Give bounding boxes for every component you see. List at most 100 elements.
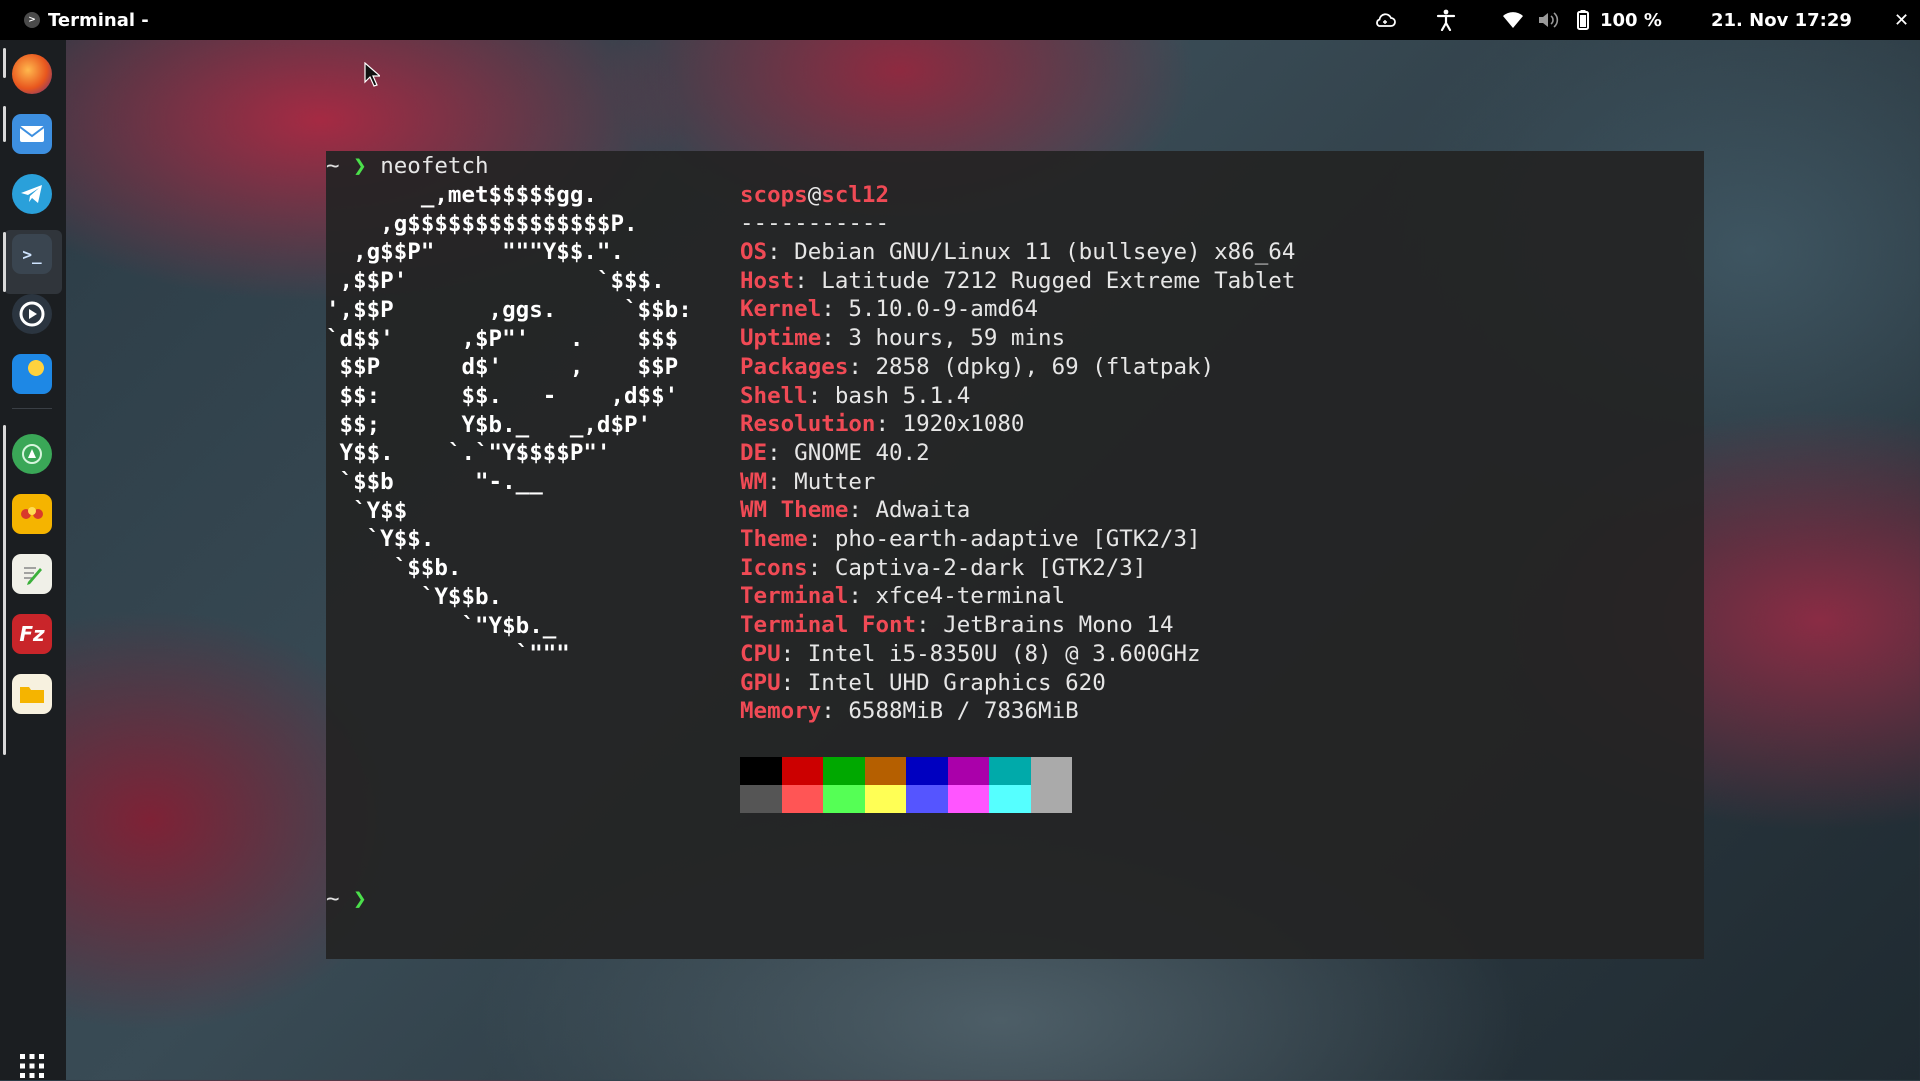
ascii-logo-line: Y$$. `.`"Y$$$$P"' [326,440,611,467]
notes-icon[interactable] [12,554,52,594]
ascii-logo-line: ',$$P ,ggs. `$$b: [326,296,692,323]
separator-line: ----------- [740,210,890,236]
info-key: CPU [740,640,781,667]
palette-swatch-bright [823,785,865,813]
palette-row-normal [740,757,1072,785]
telegram-icon[interactable] [12,174,52,214]
info-key: WM [740,468,768,495]
info-row: Terminal Font: JetBrains Mono 14 [740,611,1174,639]
battery-percentage[interactable]: 100 % [1600,0,1662,40]
info-value: : 5.10.0-9-amd64 [821,296,1039,323]
terminal-app-icon: > [24,12,40,28]
info-row: Icons: Captiva-2-dark [GTK2/3] [740,554,1146,582]
info-key: Icons [740,554,808,581]
palette-swatch [823,757,865,785]
info-value: : JetBrains Mono 14 [916,612,1174,639]
info-row: WM Theme: Adwaita [740,496,970,524]
palette-swatch-bright [740,785,782,813]
ascii-logo-line: `Y$$b. [326,583,503,610]
palette-swatch [740,757,782,785]
accessibility-icon[interactable] [1436,0,1456,40]
palette-swatch [864,757,906,785]
ascii-logo-line: $$P d$' , $$P [326,354,679,381]
palette-swatch [947,757,989,785]
palette-swatch [781,757,823,785]
info-row: WM: Mutter [740,468,875,496]
running-indicator [3,425,6,755]
ascii-logo-line: `"Y$b._ [326,612,557,639]
files-icon[interactable] [12,674,52,714]
info-value: : Mutter [767,468,876,495]
battery-icon[interactable] [1577,0,1589,40]
info-value: : 3 hours, 59 mins [821,325,1066,352]
palette-swatch [989,757,1031,785]
info-row: Packages: 2858 (dpkg), 69 (flatpak) [740,353,1214,381]
palette-swatch-bright [989,785,1031,813]
dock: >_ Fz [0,40,66,1080]
info-row: Host: Latitude 7212 Rugged Extreme Table… [740,267,1295,295]
info-value: : Adwaita [848,497,971,524]
mouse-pointer-icon [364,62,380,87]
info-key: WM Theme [740,497,849,524]
active-app-menu[interactable]: > Terminal - [24,0,149,40]
terminal-icon[interactable]: >_ [12,234,52,274]
info-value: : pho-earth-adaptive [GTK2/3] [807,526,1201,552]
current-prompt[interactable]: ~ ❯ [326,885,367,913]
media-icon[interactable] [12,294,52,334]
palette-swatch [906,757,948,785]
info-value: : Intel UHD Graphics 620 [780,669,1106,696]
info-value: : Intel i5-8350U (8) @ 3.600GHz [780,640,1201,667]
ascii-logo-line: `Y$$ [326,497,408,524]
ascii-logo-line: `$$b "-.__ [326,469,543,495]
firefox-icon[interactable] [12,54,52,94]
info-key: Uptime [740,325,822,352]
volume-icon[interactable] [1537,0,1559,40]
weather-icon[interactable] [12,354,52,394]
info-row: Theme: pho-earth-adaptive [GTK2/3] [740,525,1201,553]
wifi-icon[interactable] [1503,0,1523,40]
running-indicator [3,48,6,78]
terminal-window[interactable]: ~ ❯ neofetch _,met$$$$$gg. ,g$$$$$$$$$$$… [326,151,1704,959]
info-row: GPU: Intel UHD Graphics 620 [740,669,1106,697]
info-row: OS: Debian GNU/Linux 11 (bullseye) x86_6… [740,238,1295,266]
command-text: neofetch [380,153,489,179]
close-icon[interactable]: ✕ [1894,0,1909,40]
info-row: Memory: 6588MiB / 7836MiB [740,697,1079,725]
clock[interactable]: 21. Nov 17:29 [1711,0,1852,40]
stickers-icon[interactable] [12,494,52,534]
ascii-logo-line: `d$$' ,$P"' . $$$ [326,325,679,352]
show-apps-grid-icon[interactable] [12,1051,52,1081]
ascii-logo-line: `Y$$. [326,526,435,553]
palette-swatch-bright [906,785,948,813]
info-key: Terminal Font [740,612,917,639]
info-value: : 2858 (dpkg), 69 (flatpak) [848,353,1215,380]
info-value: : 6588MiB / 7836MiB [821,698,1079,725]
mail-icon[interactable] [12,114,52,154]
maps-icon[interactable] [12,434,52,474]
info-key: OS [740,239,768,265]
info-row: Resolution: 1920x1080 [740,410,1024,438]
info-value: : Captiva-2-dark [GTK2/3] [807,554,1147,581]
info-value: : Debian GNU/Linux 11 (bullseye) x86_64 [767,239,1296,265]
ascii-logo-line: `""" [326,641,570,668]
filezilla-icon[interactable]: Fz [12,614,52,654]
top-bar: > Terminal - 100 % 21. Nov 17:29 ✕ [0,0,1920,40]
command-line: ~ ❯ neofetch [326,152,489,180]
ascii-logo-line: ,g$$$$$$$$$$$$$$$P. [326,210,638,237]
info-row: DE: GNOME 40.2 [740,439,930,467]
ascii-logo-line: ,$$P' `$$$. [326,268,665,295]
palette-swatch-bright [1030,785,1072,813]
info-row: Shell: bash 5.1.4 [740,382,970,410]
home-tilde: ~ [326,886,340,912]
ascii-logo-line: `$$b. [326,555,462,582]
running-indicator [3,106,6,142]
info-row: Uptime: 3 hours, 59 mins [740,324,1065,352]
running-indicator [3,232,6,292]
palette-swatch-bright [864,785,906,813]
info-value: : GNOME 40.2 [767,439,930,466]
cloud-sync-icon[interactable] [1374,0,1396,40]
hostname: scl12 [821,182,890,208]
user-host: scops@scl12 [740,181,889,209]
info-key: Packages [740,353,849,380]
info-row: CPU: Intel i5-8350U (8) @ 3.600GHz [740,640,1201,668]
